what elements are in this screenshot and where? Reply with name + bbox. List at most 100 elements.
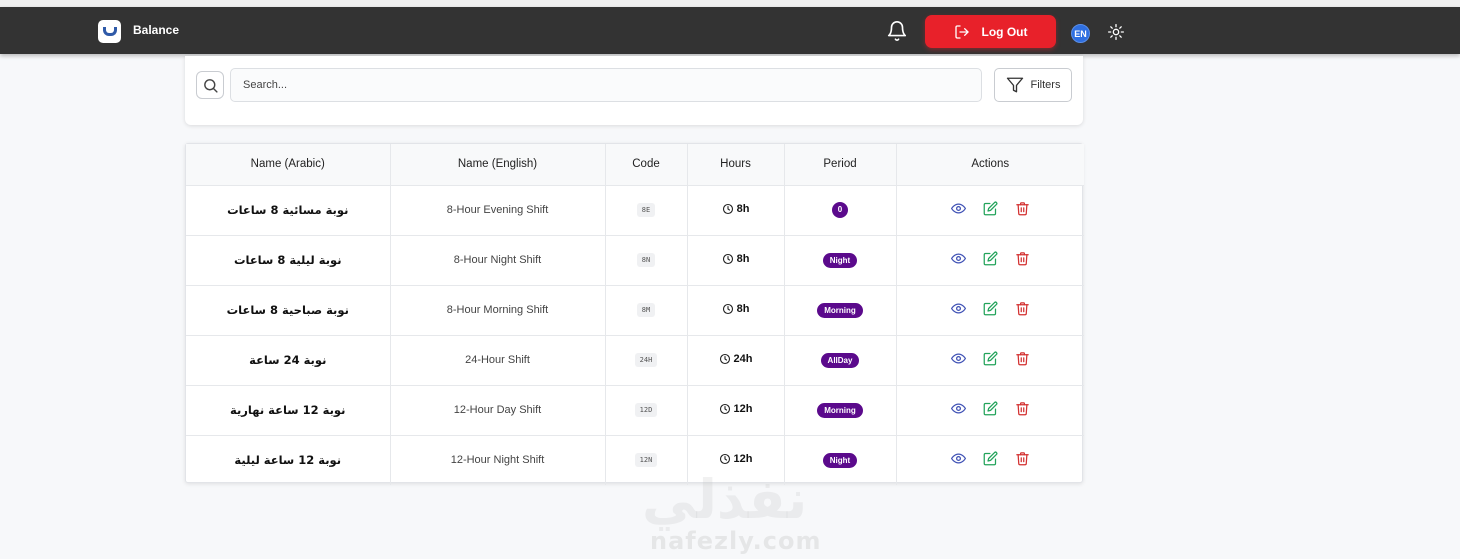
- search-card: Filters: [185, 56, 1083, 125]
- delete-icon[interactable]: [1015, 451, 1030, 466]
- view-icon[interactable]: [950, 251, 966, 266]
- edit-icon[interactable]: [983, 451, 998, 466]
- row-actions: [950, 301, 1030, 316]
- hours-value: 8h: [722, 202, 750, 215]
- delete-icon[interactable]: [1015, 301, 1030, 316]
- logout-icon: [954, 24, 969, 39]
- period-badge: AllDay: [820, 352, 860, 368]
- delete-icon[interactable]: [1015, 401, 1030, 416]
- edit-icon[interactable]: [983, 201, 998, 216]
- filter-icon: [1006, 77, 1023, 93]
- delete-icon[interactable]: [1015, 251, 1030, 266]
- cell-actions: [896, 435, 1084, 485]
- cell-actions: [896, 185, 1084, 236]
- code-badge: 12D: [634, 403, 658, 417]
- clock-icon: [722, 203, 733, 214]
- cell-name-english: 24-Hour Shift: [390, 335, 606, 386]
- cell-name-english: 8-Hour Night Shift: [390, 235, 606, 286]
- cell-actions: [896, 385, 1084, 436]
- theme-toggle-icon[interactable]: [1108, 24, 1124, 40]
- row-actions: [950, 201, 1030, 216]
- table-row: نوبة 12 ساعة ليلية 12-Hour Night Shift 12N…: [186, 435, 1084, 485]
- search-button[interactable]: [196, 71, 224, 99]
- cell-code: 8M: [605, 285, 688, 336]
- bell-icon[interactable]: [886, 20, 908, 42]
- row-actions: [950, 451, 1030, 466]
- cell-name-arabic: نوبة صباحية 8 ساعات: [186, 285, 391, 336]
- table-row: نوبة 24 ساعة 24-Hour Shift 24H 24h AllDay: [186, 335, 1084, 386]
- hours-value: 8h: [722, 303, 749, 315]
- clock-icon: [722, 253, 733, 264]
- cell-name-english: 8-Hour Evening Shift: [390, 185, 606, 236]
- view-icon[interactable]: [950, 351, 966, 366]
- edit-icon[interactable]: [983, 301, 998, 316]
- app-logo[interactable]: [98, 20, 121, 43]
- cell-hours: 12h: [687, 385, 785, 436]
- clock-icon: [722, 303, 733, 314]
- col-header-hours[interactable]: Hours: [687, 144, 785, 186]
- edit-icon[interactable]: [983, 401, 998, 416]
- edit-icon[interactable]: [983, 351, 998, 366]
- cell-name-arabic: نوبة مسائية 8 ساعات: [186, 185, 391, 236]
- hours-text: 12h: [733, 452, 753, 465]
- hours-value: 12h: [719, 452, 753, 465]
- cell-period: AllDay: [784, 335, 897, 386]
- delete-icon[interactable]: [1015, 201, 1030, 216]
- navbar: Balance Log Out EN: [0, 7, 1460, 54]
- table-row: نوبة 12 ساعة نهارية 12-Hour Day Shift 12D 1…: [186, 385, 1084, 436]
- table-header-row: Name (Arabic) Name (English) Code Hours …: [186, 144, 1084, 186]
- cell-code: 8N: [605, 235, 688, 286]
- cell-actions: [896, 285, 1084, 336]
- cell-code: 8E: [605, 185, 688, 236]
- hours-text: 24h: [733, 352, 753, 365]
- hours-text: 8h: [736, 202, 750, 215]
- view-icon[interactable]: [950, 401, 966, 416]
- col-header-actions: Actions: [896, 144, 1084, 186]
- brand-name: Balance: [133, 23, 180, 37]
- shifts-table-card: Name (Arabic) Name (English) Code Hours …: [185, 143, 1084, 485]
- view-icon[interactable]: [950, 301, 966, 316]
- period-badge: Morning: [817, 402, 863, 418]
- code-badge: 8N: [636, 253, 656, 267]
- logout-label: Log Out: [981, 24, 1028, 39]
- cell-code: 12D: [605, 385, 688, 436]
- cell-name-english: 12-Hour Day Shift: [390, 385, 606, 436]
- cell-period: 0: [784, 185, 897, 236]
- code-badge: 8E: [636, 203, 656, 217]
- cell-hours: 8h: [687, 185, 785, 236]
- logout-button[interactable]: Log Out: [925, 15, 1056, 48]
- filters-button[interactable]: Filters: [994, 68, 1072, 102]
- cell-name-arabic: نوبة ليلية 8 ساعات: [186, 235, 391, 286]
- table-row: نوبة مسائية 8 ساعات 8-Hour Evening Shift 8…: [186, 185, 1084, 236]
- search-icon: [203, 78, 218, 93]
- delete-icon[interactable]: [1015, 351, 1030, 366]
- period-badge: 0: [832, 202, 848, 218]
- period-badge: Night: [822, 252, 858, 268]
- col-header-code[interactable]: Code: [605, 144, 688, 186]
- hours-value: 8h: [722, 252, 750, 265]
- cell-hours: 8h: [687, 285, 785, 336]
- table-row: نوبة صباحية 8 ساعات 8-Hour Morning Shift 8…: [186, 285, 1084, 336]
- cell-name-english: 8-Hour Morning Shift: [390, 285, 606, 336]
- code-badge: 8M: [636, 303, 656, 317]
- hours-text: 8h: [736, 252, 750, 265]
- row-actions: [950, 351, 1030, 366]
- cell-actions: [896, 235, 1084, 286]
- language-switcher[interactable]: EN: [1071, 24, 1090, 43]
- filters-label: Filters: [1030, 79, 1061, 91]
- hours-text: 12h: [733, 402, 753, 415]
- col-header-name-arabic[interactable]: Name (Arabic): [186, 144, 391, 186]
- cell-period: Morning: [784, 385, 897, 436]
- cell-hours: 24h: [687, 335, 785, 386]
- edit-icon[interactable]: [983, 251, 998, 266]
- period-badge: Morning: [817, 302, 863, 318]
- col-header-name-english[interactable]: Name (English): [390, 144, 606, 186]
- clock-icon: [719, 453, 730, 464]
- search-input[interactable]: [230, 68, 982, 102]
- view-icon[interactable]: [950, 201, 966, 216]
- clock-icon: [719, 353, 730, 364]
- cell-period: Morning: [784, 285, 897, 336]
- col-header-period[interactable]: Period: [784, 144, 897, 186]
- table-row: نوبة ليلية 8 ساعات 8-Hour Night Shift 8N 8h…: [186, 235, 1084, 286]
- view-icon[interactable]: [950, 451, 966, 466]
